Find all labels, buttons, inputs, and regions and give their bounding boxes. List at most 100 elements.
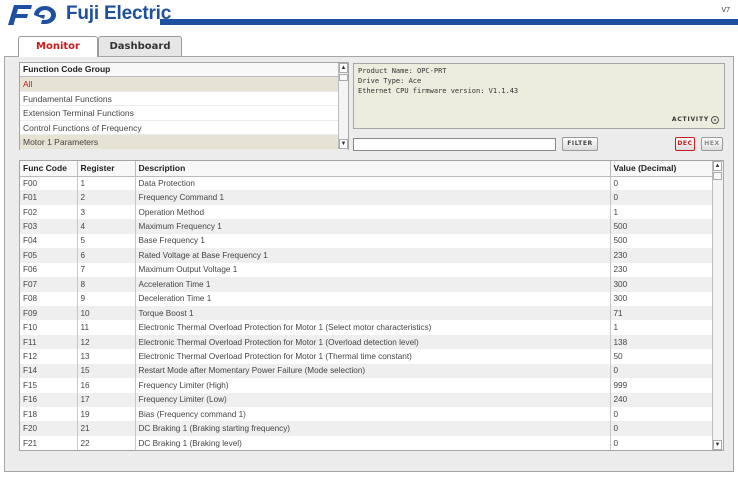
table-row[interactable]: F10 11 Electronic Thermal Overload Protect… (20, 320, 713, 335)
cell-func-code: F03 (20, 219, 78, 234)
cell-value: 50 (610, 349, 713, 364)
table-row[interactable]: F15 16 Frequency Limiter (High) 999 (20, 378, 713, 393)
table-row[interactable]: F00 1 Data Protection 0 (20, 176, 713, 191)
cell-description: Rated Voltage at Base Frequency 1 (135, 248, 611, 263)
cell-register: 13 (77, 349, 136, 364)
cell-description: Maximum Frequency 1 (135, 219, 611, 234)
cell-value: 0 (610, 435, 713, 450)
cell-description: Electronic Thermal Overload Protection f… (135, 349, 611, 364)
cell-description: Electronic Thermal Overload Protection f… (135, 334, 611, 350)
cell-value: 138 (610, 334, 713, 350)
column-header-register[interactable]: Register (77, 161, 136, 177)
hex-button[interactable]: HEX (701, 137, 723, 151)
cell-description: Bias (Frequency command 1) (135, 407, 611, 422)
cell-func-code: F06 (20, 262, 78, 278)
table-row[interactable]: F01 2 Frequency Command 10 (20, 190, 713, 205)
group-item-fundamental[interactable]: Fundamental Functions (20, 92, 348, 106)
scroll-up-arrow-icon[interactable]: ▲ (339, 63, 348, 73)
table-row[interactable]: F08 9 Deceleration Time 1 300 (20, 291, 713, 306)
cell-register: 15 (77, 363, 136, 379)
group-item-motor1[interactable]: Motor 1 Parameters (20, 135, 348, 150)
cell-value: 240 (610, 392, 713, 407)
cell-func-code: F04 (20, 233, 78, 249)
cell-func-code: F16 (20, 392, 78, 407)
group-list-scrollbar[interactable]: ▲ ▼ (338, 63, 348, 149)
cell-value: 0 (610, 363, 713, 379)
cell-register: 1 (77, 176, 136, 191)
cell-func-code: F15 (20, 378, 78, 393)
monitor-panel: Function Code Group All Fundamental Func… (4, 56, 734, 472)
table-row[interactable]: F03 4 Maximum Frequency 1 500 (20, 219, 713, 234)
filter-button[interactable]: FILTER (562, 137, 598, 151)
column-header-description[interactable]: Description (135, 161, 611, 177)
column-header-value[interactable]: Value (Decimal) (610, 161, 713, 177)
scroll-thumb[interactable] (713, 172, 722, 180)
cell-register: 19 (77, 407, 136, 422)
function-code-group-list[interactable]: Function Code Group All Fundamental Func… (19, 62, 349, 150)
column-header-func-code[interactable]: Func Code (20, 161, 78, 177)
cell-description: DC Braking 1 (Braking level) (135, 435, 611, 450)
cell-value: 0 (610, 190, 713, 205)
table-row[interactable]: F06 7 Maximum Output Voltage 1 230 (20, 262, 713, 278)
cell-value: 1 (610, 320, 713, 335)
scroll-up-arrow-icon[interactable]: ▲ (713, 161, 722, 171)
cell-register: 12 (77, 334, 136, 350)
table-scrollbar[interactable]: ▲ ▼ (712, 161, 723, 450)
cell-description: Base Frequency 1 (135, 233, 611, 249)
table-row[interactable]: F11 12 Electronic Thermal Overload Protect… (20, 334, 713, 350)
cell-value: 0 (610, 421, 713, 436)
cell-description: Frequency Command 1 (135, 190, 611, 205)
fuji-logo-icon (8, 5, 56, 25)
table-row[interactable]: F09 10 Torque Boost 1 71 (20, 305, 713, 321)
table-row[interactable]: F04 5 Base Frequency 1 500 (20, 233, 713, 249)
device-info-panel: Product Name: OPC-PRT Drive Type: Ace Et… (353, 63, 725, 129)
cell-value: 500 (610, 219, 713, 234)
cell-register: 7 (77, 262, 136, 278)
tab-monitor[interactable]: Monitor (18, 36, 98, 57)
cell-value: 999 (610, 378, 713, 393)
table-row[interactable]: F02 3 Operation Method 1 (20, 204, 713, 220)
cell-func-code: F20 (20, 421, 78, 436)
table-body: F00 1 Data Protection 0 F01 2 Frequency Comman… (20, 176, 713, 450)
dec-button[interactable]: DEC (675, 137, 695, 151)
activity-label: ACTIVITY (671, 116, 709, 123)
product-name: Product Name: OPC-PRT (358, 67, 447, 75)
table-row[interactable]: F07 8 Acceleration Time 1 300 (20, 277, 713, 292)
function-code-group-header: Function Code Group (20, 63, 348, 77)
table-row[interactable]: F05 6 Rated Voltage at Base Frequency 1 230 (20, 248, 713, 263)
cell-description: DC Braking 1 (Braking starting frequency… (135, 421, 611, 436)
group-item-all[interactable]: All (20, 77, 348, 92)
filter-input[interactable] (353, 138, 556, 151)
table-row[interactable]: F20 21 DC Braking 1 (Braking starting freq… (20, 421, 713, 436)
drive-type: Drive Type: Ace (358, 77, 422, 85)
cell-description: Electronic Thermal Overload Protection f… (135, 320, 611, 335)
scroll-thumb[interactable] (339, 74, 348, 81)
cell-func-code: F11 (20, 334, 78, 350)
cell-value: 230 (610, 248, 713, 263)
cell-description: Frequency Limiter (High) (135, 378, 611, 393)
scroll-down-arrow-icon[interactable]: ▼ (339, 139, 348, 149)
table-row[interactable]: F21 22 DC Braking 1 (Braking level) 0 (20, 435, 713, 450)
cell-func-code: F05 (20, 248, 78, 263)
cell-func-code: F01 (20, 190, 78, 205)
cell-register: 2 (77, 190, 136, 205)
cell-func-code: F00 (20, 176, 78, 191)
table-row[interactable]: F18 19 Bias (Frequency command 1) 0 (20, 407, 713, 422)
group-item-control-frequency[interactable]: Control Functions of Frequency (20, 121, 348, 135)
cell-description: Maximum Output Voltage 1 (135, 262, 611, 278)
cell-description: Frequency Limiter (Low) (135, 392, 611, 407)
cell-value: 0 (610, 407, 713, 422)
scroll-down-arrow-icon[interactable]: ▼ (713, 440, 722, 450)
cell-description: Data Protection (135, 176, 611, 191)
group-item-extension-terminal[interactable]: Extension Terminal Functions (20, 106, 348, 121)
version-label: V7 (721, 7, 730, 14)
tab-dashboard[interactable]: Dashboard (98, 36, 182, 56)
cell-description: Torque Boost 1 (135, 305, 611, 321)
cell-register: 16 (77, 378, 136, 393)
table-row[interactable]: F12 13 Electronic Thermal Overload Protect… (20, 349, 713, 364)
table-row[interactable]: F16 17 Frequency Limiter (Low) 240 (20, 392, 713, 407)
app-header: Fuji Electric V7 (0, 0, 738, 30)
cell-register: 11 (77, 320, 136, 335)
table-row[interactable]: F14 15 Restart Mode after Momentary Power … (20, 363, 713, 379)
cell-func-code: F18 (20, 407, 78, 422)
